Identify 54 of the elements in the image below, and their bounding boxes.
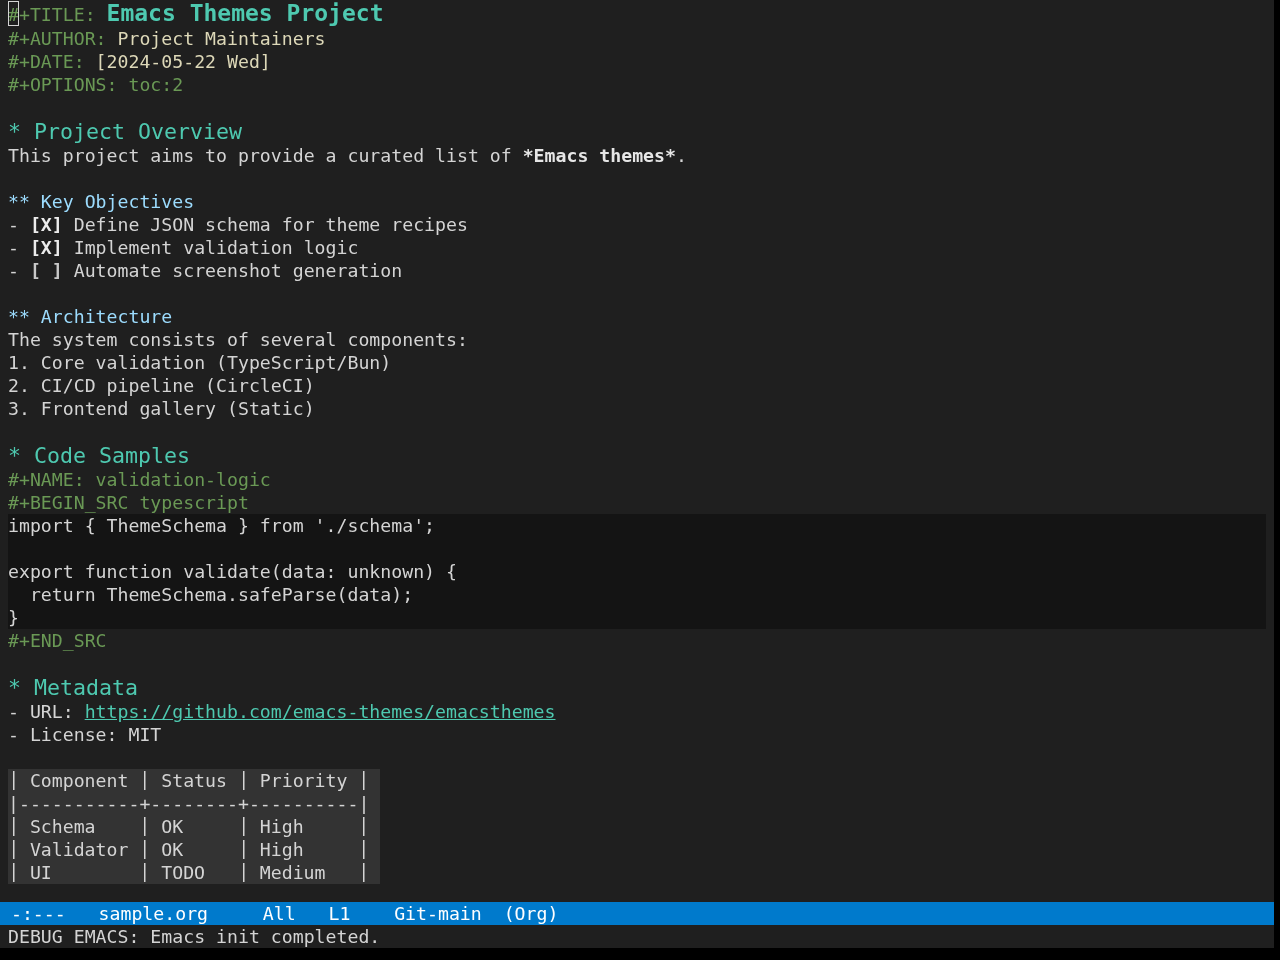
table-cell-text: High [258,815,305,838]
field-value: MIT [128,723,162,746]
task-text: Implement validation logic [73,236,359,259]
list-bullet: - [8,259,19,282]
task-text: Automate screenshot generation [73,259,403,282]
checkbox[interactable]: [X] [29,236,63,259]
table-cell-text: Validator [28,838,130,861]
list-bullet: - [8,213,19,236]
table-header-cell-text: Priority [258,769,349,792]
buffer-name: sample.org [98,902,209,925]
table-header-cell-text: Status [160,769,228,792]
list-item: 2. CI/CD pipeline (CircleCI) [8,374,315,397]
section-heading: * Code Samples [8,443,191,468]
table-cell-text: OK [160,815,185,838]
section-heading: * Project Overview [8,119,243,144]
field-label: - License: [8,723,118,746]
line-number: L1 [328,902,351,925]
table-cell-text: OK [160,838,185,861]
keyword-label: #+OPTIONS: [8,73,118,96]
subsection-heading: ** Architecture [8,305,173,328]
author-name: Project Maintainers [117,27,326,50]
checkbox[interactable]: [X] [29,213,63,236]
section-heading: * Metadata [8,675,139,700]
option-value: toc:2 [128,73,184,96]
table-cell-text: Schema [28,815,97,838]
list-bullet: - [8,236,19,259]
paragraph: This project aims to provide a curated list of *Emacs themes*. [8,144,687,167]
code-block: import { ThemeSchema } from './schema'; export function validate(data: unknown) { return ThemeSchema.safeParse(data); } [8,514,1266,629]
git-branch: Git-main [394,902,482,925]
major-mode: (Org) [503,902,559,925]
src-begin-line: #+BEGIN_SRC typescript [8,491,249,514]
scroll-position: All [262,902,296,925]
subsection-heading: ** Key Objectives [8,190,195,213]
url-link[interactable]: https://github.com/emacs-themes/emacsthemes [84,700,556,723]
src-end-line: #+END_SRC [8,629,107,652]
table-header-cell-text: Component [28,769,130,792]
field-label: - URL: [8,700,74,723]
checkbox[interactable]: [ ] [29,259,63,282]
echo-message: DEBUG EMACS: Emacs init completed. [8,925,381,948]
date-text: [2024-05-22 Wed] [95,50,271,73]
keyword-label: #+DATE: [8,50,85,73]
src-name-line: #+NAME: validation-logic [8,468,271,491]
table-cell-text: High [258,838,305,861]
list-item: 3. Frontend gallery (Static) [8,397,315,420]
table-cell-text: TODO [160,861,207,884]
buffer-state: -:--- [10,902,66,925]
task-text: Define JSON schema for theme recipes [73,213,468,236]
table-separator: |-----------+--------+----------| [8,792,370,815]
list-item: 1. Core validation (TypeScript/Bun) [8,351,392,374]
keyword-label: #+AUTHOR: [8,27,107,50]
table-cell-text: Medium [258,861,327,884]
table-cell-text: UI [28,861,53,884]
document-title: Emacs Themes Project [106,0,384,27]
paragraph: The system consists of several components: [8,328,468,351]
